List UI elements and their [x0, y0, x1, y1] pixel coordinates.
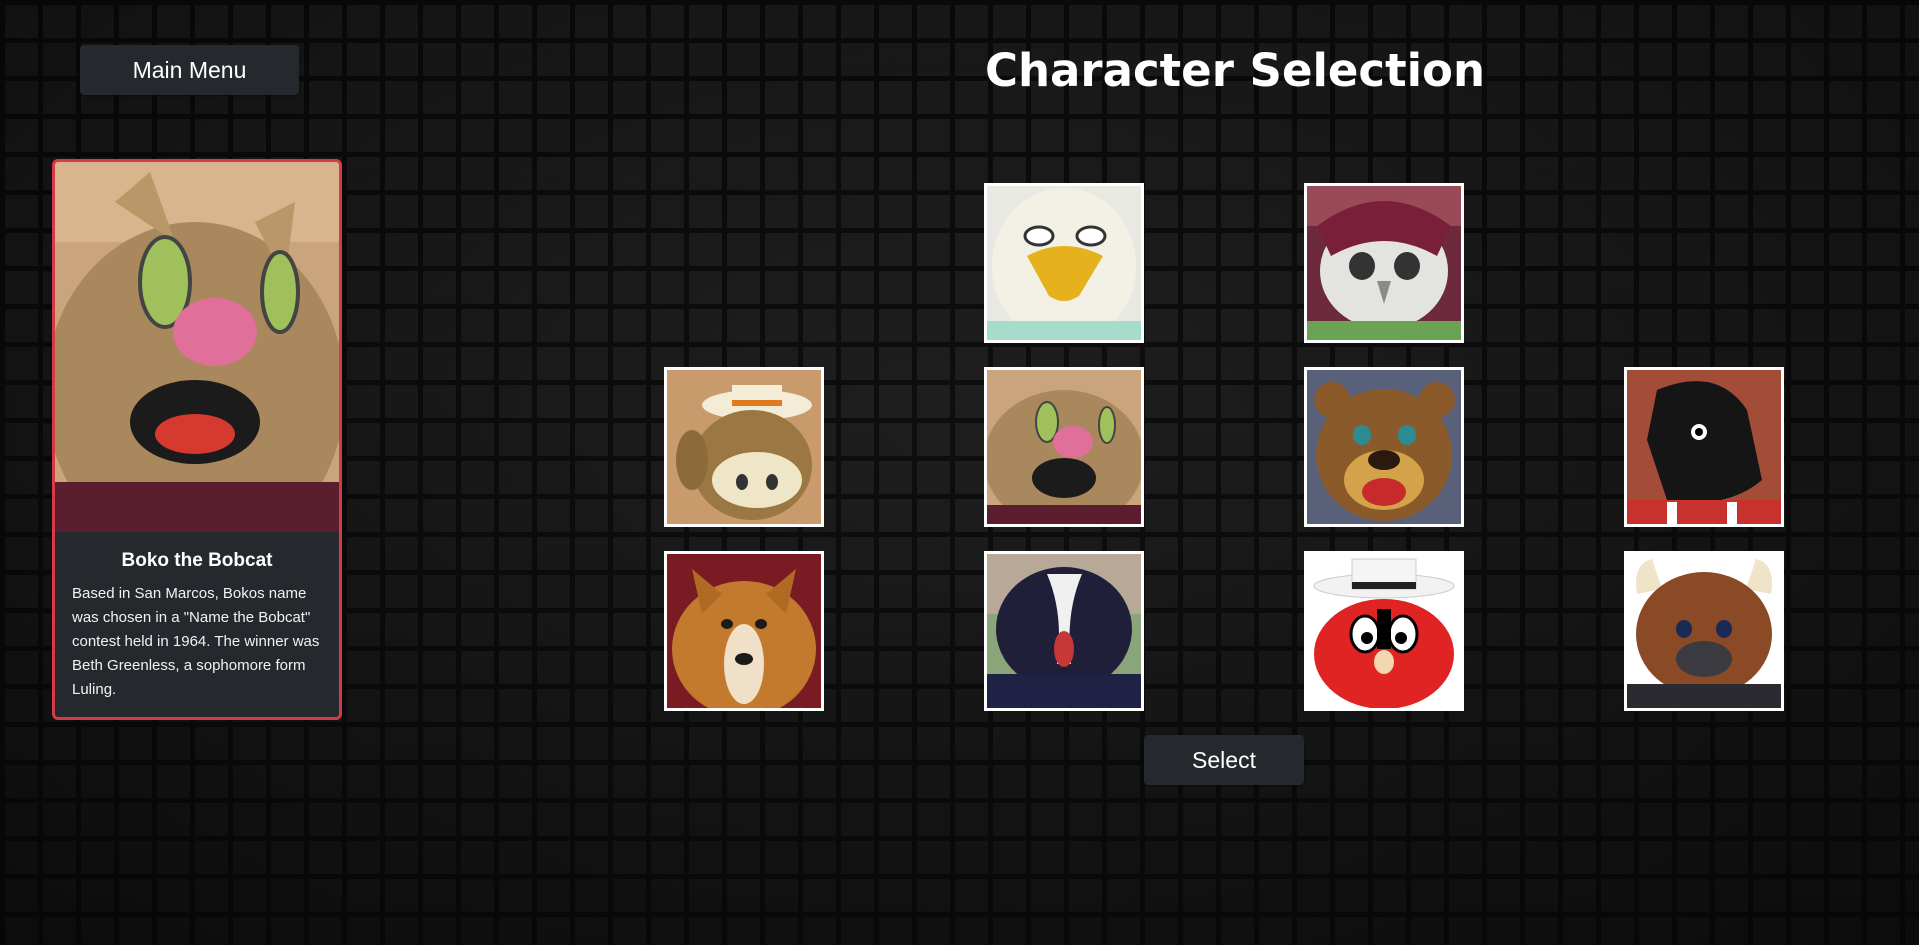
character-longhorn[interactable] [664, 367, 824, 527]
character-bobcat[interactable] [984, 367, 1144, 527]
collie-mascot-icon [667, 554, 821, 708]
bobcat-mascot-icon [987, 370, 1141, 524]
bobcat-portrait-image [55, 162, 339, 532]
cowboy-mascot-icon [1307, 554, 1461, 708]
selected-character-card: Boko the Bobcat Based in San Marcos, Bok… [52, 159, 342, 720]
character-collie[interactable] [664, 551, 824, 711]
character-skunk[interactable] [984, 551, 1144, 711]
owl-mascot-icon [1307, 186, 1461, 340]
bison-mascot-icon [1627, 554, 1781, 708]
character-eagle[interactable] [984, 183, 1144, 343]
character-owl[interactable] [1304, 183, 1464, 343]
selected-character-description: Based in San Marcos, Bokos name was chos… [72, 585, 320, 698]
selected-character-name: Boko the Bobcat [121, 550, 273, 571]
eagle-mascot-icon [987, 186, 1141, 340]
page-title: Character Selection [985, 44, 1485, 97]
character-cowboy[interactable] [1304, 551, 1464, 711]
skunk-mascot-icon [987, 554, 1141, 708]
mustang-mascot-icon [1627, 370, 1781, 524]
character-bear[interactable] [1304, 367, 1464, 527]
longhorn-mascot-icon [667, 370, 821, 524]
character-bison[interactable] [1624, 551, 1784, 711]
select-button[interactable]: Select [1144, 735, 1304, 785]
character-mustang[interactable] [1624, 367, 1784, 527]
main-menu-button[interactable]: Main Menu [80, 45, 299, 95]
bear-mascot-icon [1307, 370, 1461, 524]
